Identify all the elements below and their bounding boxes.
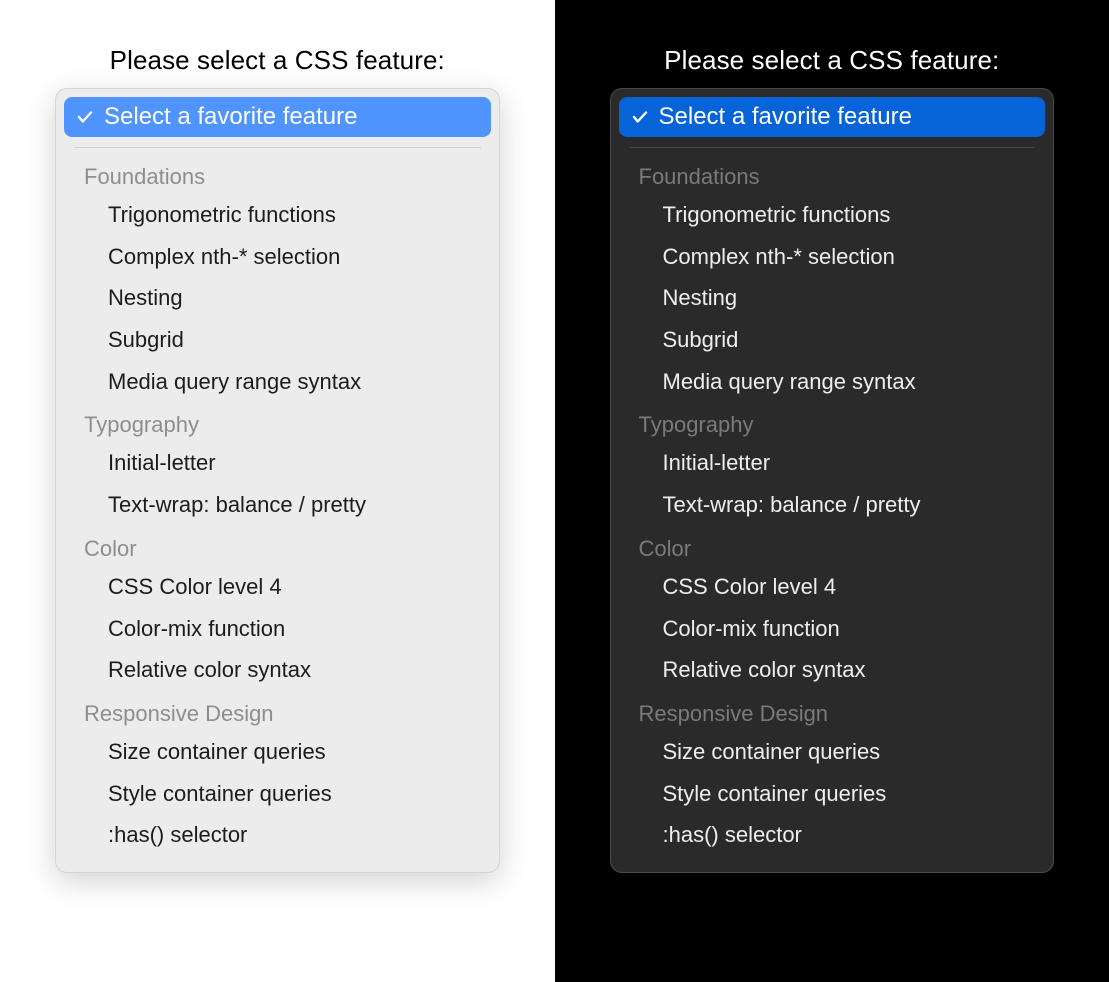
option-row[interactable]: Size container queries — [619, 731, 1046, 773]
light-mode-pane: Please select a CSS feature: Select a fa… — [0, 0, 555, 982]
option-row[interactable]: Media query range syntax — [64, 361, 491, 403]
selected-option-label: Select a favorite feature — [104, 103, 357, 131]
option-row[interactable]: Nesting — [64, 277, 491, 319]
option-row[interactable]: Style container queries — [619, 773, 1046, 815]
selected-option-row[interactable]: Select a favorite feature — [64, 97, 491, 137]
option-row[interactable]: Style container queries — [64, 773, 491, 815]
group-label: Foundations — [619, 154, 1046, 194]
prompt-label: Please select a CSS feature: — [110, 45, 445, 76]
checkmark-icon — [631, 108, 649, 126]
prompt-label: Please select a CSS feature: — [664, 45, 999, 76]
option-row[interactable]: CSS Color level 4 — [64, 566, 491, 608]
option-row[interactable]: Complex nth-* selection — [64, 236, 491, 278]
option-row[interactable]: Initial-letter — [64, 442, 491, 484]
option-row[interactable]: :has() selector — [619, 814, 1046, 856]
css-feature-dropdown[interactable]: Select a favorite feature FoundationsTri… — [55, 88, 500, 873]
option-row[interactable]: Color-mix function — [64, 608, 491, 650]
option-row[interactable]: Size container queries — [64, 731, 491, 773]
option-row[interactable]: Relative color syntax — [64, 649, 491, 691]
group-label: Responsive Design — [64, 691, 491, 731]
option-row[interactable]: :has() selector — [64, 814, 491, 856]
css-feature-dropdown[interactable]: Select a favorite feature FoundationsTri… — [610, 88, 1055, 873]
selected-option-row[interactable]: Select a favorite feature — [619, 97, 1046, 137]
group-label: Color — [619, 526, 1046, 566]
option-row[interactable]: Relative color syntax — [619, 649, 1046, 691]
option-row[interactable]: Color-mix function — [619, 608, 1046, 650]
option-groups: FoundationsTrigonometric functionsComple… — [64, 154, 491, 856]
selected-option-label: Select a favorite feature — [659, 103, 912, 131]
option-row[interactable]: CSS Color level 4 — [619, 566, 1046, 608]
group-label: Responsive Design — [619, 691, 1046, 731]
group-label: Color — [64, 526, 491, 566]
group-label: Foundations — [64, 154, 491, 194]
option-row[interactable]: Complex nth-* selection — [619, 236, 1046, 278]
option-row[interactable]: Text-wrap: balance / pretty — [64, 484, 491, 526]
checkmark-icon — [76, 108, 94, 126]
option-row[interactable]: Subgrid — [619, 319, 1046, 361]
divider — [74, 147, 481, 148]
option-groups: FoundationsTrigonometric functionsComple… — [619, 154, 1046, 856]
option-row[interactable]: Nesting — [619, 277, 1046, 319]
option-row[interactable]: Media query range syntax — [619, 361, 1046, 403]
option-row[interactable]: Initial-letter — [619, 442, 1046, 484]
option-row[interactable]: Trigonometric functions — [64, 194, 491, 236]
dark-mode-pane: Please select a CSS feature: Select a fa… — [555, 0, 1109, 982]
option-row[interactable]: Trigonometric functions — [619, 194, 1046, 236]
option-row[interactable]: Text-wrap: balance / pretty — [619, 484, 1046, 526]
option-row[interactable]: Subgrid — [64, 319, 491, 361]
divider — [629, 147, 1036, 148]
group-label: Typography — [64, 402, 491, 442]
group-label: Typography — [619, 402, 1046, 442]
